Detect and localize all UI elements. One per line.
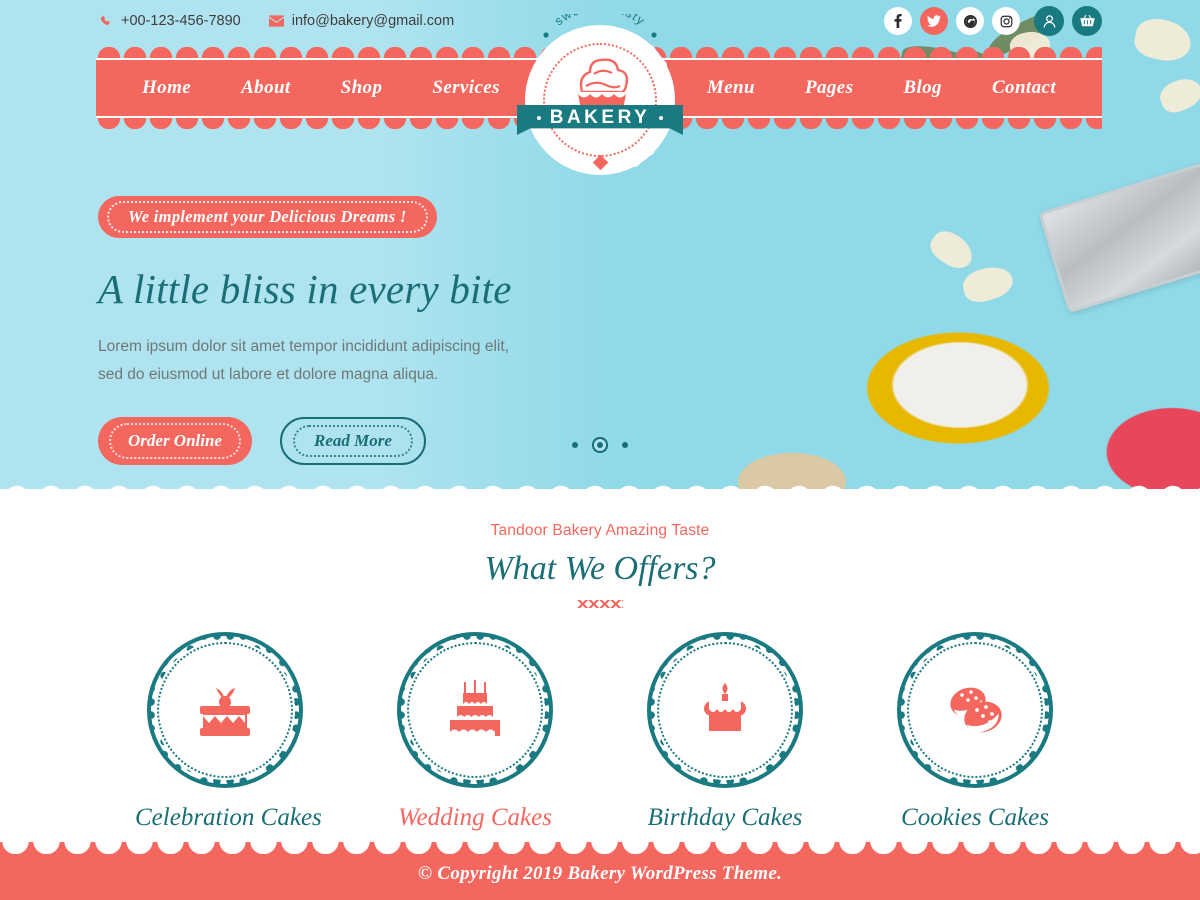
phone-contact[interactable]: +00-123-456-7890 xyxy=(100,13,241,29)
layer-cake-icon xyxy=(147,632,303,788)
nav-item-shop[interactable]: Shop xyxy=(341,77,383,99)
offer-card-birthday-cakes[interactable]: Birthday Cakes xyxy=(635,632,815,832)
nav-item-blog[interactable]: Blog xyxy=(903,77,942,99)
footer-copyright: © Copyright 2019 Bakery WordPress Theme. xyxy=(417,863,783,884)
offer-card-title: Cookies Cakes xyxy=(901,804,1049,831)
offer-card-cookies-cakes[interactable]: Cookies Cakes xyxy=(885,632,1065,832)
slider-pagination xyxy=(0,442,1200,448)
cookies-icon xyxy=(897,632,1053,788)
offers-title: What We Offers? xyxy=(484,550,716,587)
tiered-wedding-cake-icon xyxy=(397,632,553,788)
nav-item-pages[interactable]: Pages xyxy=(805,77,853,99)
top-bar-actions xyxy=(884,6,1102,36)
offers-section: Tandoor Bakery Amazing Taste What We Off… xyxy=(0,497,1200,848)
envelope-icon xyxy=(268,15,284,27)
offer-card-title: Celebration Cakes xyxy=(135,804,322,831)
offer-card-wedding-cakes[interactable]: Wedding Cakes xyxy=(385,632,565,832)
page-root: +00-123-456-7890 info@bakery@gmail.com H… xyxy=(0,0,1200,900)
email-address: info@bakery@gmail.com xyxy=(291,13,455,29)
hero-tagline-badge: We implement your Delicious Dreams ! xyxy=(98,196,437,238)
slider-dot-2-active[interactable] xyxy=(597,442,603,448)
phone-icon xyxy=(100,15,113,28)
offer-card-celebration-cakes[interactable]: Celebration Cakes xyxy=(135,632,322,832)
phone-number: +00-123-456-7890 xyxy=(121,13,241,29)
facebook-icon[interactable] xyxy=(884,7,912,35)
offers-heading-group: Tandoor Bakery Amazing Taste What We Off… xyxy=(0,497,1200,608)
offers-card-list: Celebration Cakes Wedding Cakes Birthday… xyxy=(0,632,1200,832)
ribbon-dot-right xyxy=(659,115,664,120)
hero-subtitle-line-1: Lorem ipsum dolor sit amet tempor incidi… xyxy=(98,338,509,355)
nav-item-menu[interactable]: Menu xyxy=(707,77,755,99)
nav-item-about[interactable]: About xyxy=(241,77,291,99)
nav-right-group: Menu Pages Blog Contact xyxy=(707,77,1056,99)
hero-content: We implement your Delicious Dreams ! A l… xyxy=(98,196,658,465)
site-footer: © Copyright 2019 Bakery WordPress Theme. xyxy=(0,841,1200,900)
ribbon-dot-left xyxy=(536,115,541,120)
hero-subtitle-line-2: sed do eiusmod ut labore et dolore magna… xyxy=(98,366,439,383)
nav-item-services[interactable]: Services xyxy=(432,77,500,99)
read-more-button[interactable]: Read More xyxy=(279,417,426,465)
order-online-button[interactable]: Order Online xyxy=(98,417,252,465)
twitter-icon[interactable] xyxy=(920,7,948,35)
instagram-icon[interactable] xyxy=(992,7,1020,35)
offer-card-title: Birthday Cakes xyxy=(647,804,803,831)
site-logo[interactable]: sweet & tasty xyxy=(517,0,683,174)
logo-name: BAKERY xyxy=(549,106,651,128)
google-icon[interactable] xyxy=(956,7,984,35)
nav-left-group: Home About Shop Services xyxy=(142,77,500,99)
user-icon[interactable] xyxy=(1034,6,1064,36)
offer-icon-frame xyxy=(147,632,303,788)
email-contact[interactable]: info@bakery@gmail.com xyxy=(268,13,455,29)
basket-icon[interactable] xyxy=(1072,6,1102,36)
hero-subtitle: Lorem ipsum dolor sit amet tempor incidi… xyxy=(98,333,658,389)
hero-buttons: Order Online Read More xyxy=(98,417,658,465)
offer-icon-frame xyxy=(897,632,1053,788)
top-bar-contact-group: +00-123-456-7890 info@bakery@gmail.com xyxy=(100,13,454,29)
offer-icon-frame xyxy=(647,632,803,788)
hero-title: A little bliss in every bite xyxy=(98,266,512,312)
hero-bottom-scallop xyxy=(0,476,1200,497)
nav-item-contact[interactable]: Contact xyxy=(992,77,1056,99)
offer-icon-frame xyxy=(397,632,553,788)
offers-eyebrow: Tandoor Bakery Amazing Taste xyxy=(490,522,710,539)
birthday-cake-candle-icon xyxy=(647,632,803,788)
slider-dot-3[interactable] xyxy=(622,442,628,448)
slider-dot-1[interactable] xyxy=(572,442,578,448)
offer-card-title: Wedding Cakes xyxy=(398,804,552,831)
zigzag-divider xyxy=(577,600,623,608)
nav-item-home[interactable]: Home xyxy=(142,77,191,99)
